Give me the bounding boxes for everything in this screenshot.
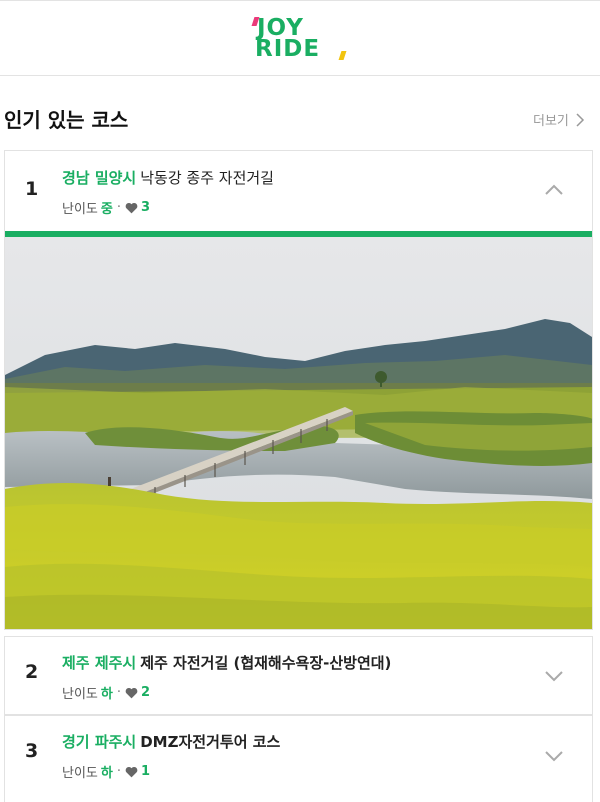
difficulty-value: 하	[100, 766, 113, 781]
heart-icon	[125, 766, 138, 777]
course-region: 제주 제주시	[62, 654, 137, 672]
separator-dot: ·	[116, 685, 121, 700]
course-rank: 1	[25, 178, 39, 200]
course-title[interactable]: 경남 밀양시 낙동강 종주 자전거길	[62, 167, 274, 188]
like-count: 3	[141, 200, 151, 215]
chevron-down-icon[interactable]	[544, 670, 564, 682]
course-rank: 2	[25, 661, 39, 683]
separator-dot: ·	[116, 764, 121, 779]
course-meta: 난이도 하 · 2	[62, 683, 150, 702]
like-count: 2	[141, 685, 151, 700]
course-region: 경남 밀양시	[62, 169, 137, 187]
heart-icon	[125, 202, 138, 213]
course-name: 제주 자전거길 (협재해수욕장-산방연대)	[140, 654, 392, 672]
course-meta: 난이도 하 · 1	[62, 762, 150, 781]
course-title[interactable]: 경기 파주시 DMZ자전거투어 코스	[62, 731, 280, 752]
difficulty-value: 중	[100, 202, 113, 217]
section-title: 인기 있는 코스	[4, 108, 129, 132]
logo-text-line2: RIDE	[255, 36, 321, 62]
difficulty-label: 난이도	[62, 766, 98, 781]
course-meta: 난이도 중 · 3	[62, 198, 150, 217]
chevron-up-icon[interactable]	[544, 184, 564, 196]
like-count: 1	[141, 764, 151, 779]
difficulty-label: 난이도	[62, 687, 98, 702]
course-rank: 3	[25, 740, 39, 762]
more-link[interactable]: 더보기	[533, 110, 585, 129]
course-name: 낙동강 종주 자전거길	[140, 169, 274, 187]
header-bar: JOY RIDE	[0, 0, 600, 76]
course-card-3[interactable]: 3 경기 파주시 DMZ자전거투어 코스 난이도 하 · 1	[4, 715, 593, 802]
course-region: 경기 파주시	[62, 733, 137, 751]
chevron-down-icon[interactable]	[544, 750, 564, 762]
separator-dot: ·	[116, 200, 121, 215]
course-card-1[interactable]: 1 경남 밀양시 낙동강 종주 자전거길 난이도 중 · 3	[4, 150, 593, 630]
difficulty-label: 난이도	[62, 202, 98, 217]
joyride-logo[interactable]: JOY RIDE	[251, 15, 347, 63]
difficulty-value: 하	[100, 687, 113, 702]
course-name: DMZ자전거투어 코스	[140, 733, 281, 751]
heart-icon	[125, 687, 138, 698]
course-card-2[interactable]: 2 제주 제주시 제주 자전거길 (협재해수욕장-산방연대) 난이도 하 · 2	[4, 636, 593, 715]
logo-accent-dot	[338, 51, 347, 60]
course-photo	[5, 237, 592, 629]
more-label: 더보기	[533, 114, 569, 129]
chevron-right-icon	[576, 112, 584, 127]
course-title[interactable]: 제주 제주시 제주 자전거길 (협재해수욕장-산방연대)	[62, 652, 391, 673]
